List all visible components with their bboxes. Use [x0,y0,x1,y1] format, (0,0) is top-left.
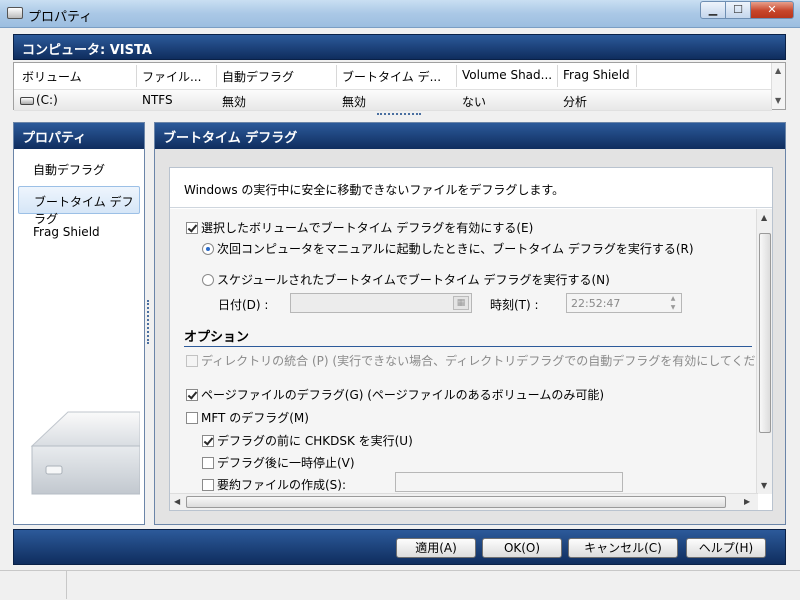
radio-next-boot[interactable]: 次回コンピュータをマニュアルに起動したときに、ブートタイム デフラグを実行する(… [202,240,694,257]
volume-frag-shield: 分析 [563,95,588,109]
volume-filesystem: NTFS [142,93,173,107]
options-section-title: オプション [184,330,250,345]
volume-table: ボリューム ファイル... 自動デフラグ ブートタイム デ... Volume … [13,62,786,111]
window-controls: ▁ ☐ ✕ [700,1,794,19]
vertical-splitter-handle[interactable] [147,300,150,344]
checkbox-unchecked-icon [186,412,198,424]
date-label: 日付(D) : [218,298,269,312]
apply-button[interactable]: 適用(A) [396,538,476,558]
help-button[interactable]: ヘルプ(H) [686,538,766,558]
volume-shadow: ない [462,95,487,109]
computer-header: コンピュータ: VISTA [13,34,786,60]
scroll-up-icon[interactable]: ▲ [775,66,781,75]
column-header-frag-shield[interactable]: Frag Shield [563,68,639,82]
cancel-button[interactable]: キャンセル(C) [568,538,678,558]
volume-table-header: ボリューム ファイル... 自動デフラグ ブートタイム デ... Volume … [14,65,772,87]
close-button[interactable]: ✕ [750,1,794,19]
radio-unselected-icon [202,274,214,286]
checkbox-checked-icon [186,389,198,401]
ok-button[interactable]: OK(O) [482,538,562,558]
title-bar: プロパティ ▁ ☐ ✕ [0,0,800,28]
enable-boot-defrag-checkbox[interactable]: 選択したボリュームでブートタイム デフラグを有効にする(E) [186,219,533,236]
window-app-icon [7,7,23,19]
nav-item-boot-defrag[interactable]: ブートタイム デフラグ [18,186,140,226]
right-panel-title: ブートタイム デフラグ [155,123,785,149]
scroll-left-icon[interactable]: ◀ [174,497,180,506]
horizontal-splitter-handle[interactable] [377,113,421,117]
scroll-right-icon[interactable]: ▶ [744,497,750,506]
maximize-icon: ☐ [733,3,743,16]
dialog-button-bar: 適用(A) OK(O) キャンセル(C) ヘルプ(H) [13,529,786,565]
scroll-down-icon[interactable]: ▼ [761,481,767,490]
description-text: Windows の実行中に安全に移動できないファイルをデフラグします。 [170,168,772,208]
scroll-up-icon[interactable]: ▲ [761,213,767,222]
right-content-panel: ブートタイム デフラグ Windows の実行中に安全に移動できないファイルをデ… [154,122,786,525]
status-bar [0,570,800,600]
vertical-scroll-thumb[interactable] [759,233,771,433]
boot-defrag-settings: Windows の実行中に安全に移動できないファイルをデフラグします。 選択した… [169,167,773,511]
column-header-filesystem[interactable]: ファイル... [142,68,216,85]
drive-icon [20,96,34,105]
radio-scheduled-boot[interactable]: スケジュールされたブートタイムでブートタイム デフラグを実行する(N) [202,271,610,288]
settings-scroll-area: 選択したボリュームでブートタイム デフラグを有効にする(E) 次回コンピュータを… [170,209,758,494]
summary-file-checkbox[interactable]: 要約ファイルの作成(S): [202,476,346,493]
minimize-button[interactable]: ▁ [700,1,726,19]
volume-auto-defrag: 無効 [222,95,247,109]
column-header-volume-shadow[interactable]: Volume Shad... [462,68,558,82]
table-row[interactable]: (C:) NTFS 無効 無効 ない 分析 [14,89,772,111]
hard-disk-icon [30,411,140,495]
options-divider [184,346,752,347]
maximize-button[interactable]: ☐ [725,1,751,19]
checkbox-disabled-icon [186,355,198,367]
volume-boot-defrag: 無効 [342,95,367,109]
nav-item-frag-shield[interactable]: Frag Shield [18,219,140,247]
checkbox-unchecked-icon [202,457,214,469]
chkdsk-checkbox[interactable]: デフラグの前に CHKDSK を実行(U) [202,432,413,449]
time-input[interactable]: 22:52:47 ▲ ▼ [566,293,682,313]
close-icon: ✕ [767,3,777,16]
mft-defrag-checkbox[interactable]: MFT のデフラグ(M) [186,409,309,426]
volume-name: (C:) [36,93,58,107]
window-title: プロパティ [28,10,93,25]
column-header-auto-defrag[interactable]: 自動デフラグ [222,68,334,85]
column-header-boot-defrag[interactable]: ブートタイム デ... [342,68,454,85]
column-header-volume[interactable]: ボリューム [22,68,134,85]
volume-table-scrollbar[interactable]: ▲ ▼ [771,63,785,109]
time-label: 時刻(T) : [490,298,539,312]
spin-up-icon[interactable]: ▲ [666,295,680,303]
summary-file-input[interactable] [395,472,623,492]
pagefile-defrag-checkbox[interactable]: ページファイルのデフラグ(G) (ページファイルのあるボリュームのみ可能) [186,386,604,403]
scroll-down-icon[interactable]: ▼ [775,96,781,105]
minimize-icon: ▁ [708,3,718,16]
settings-horizontal-scrollbar[interactable]: ◀ ▶ [170,493,758,510]
horizontal-scroll-thumb[interactable] [186,496,726,508]
dir-merge-checkbox[interactable]: ディレクトリの統合 (P) (実行できない場合、ディレクトリデフラグでの自動デフ… [186,352,758,369]
calendar-icon[interactable]: ▦ [453,296,469,310]
date-input[interactable]: ▦ [290,293,472,313]
checkbox-checked-icon [186,222,198,234]
pause-after-checkbox[interactable]: デフラグ後に一時停止(V) [202,454,355,471]
left-panel-title: プロパティ [14,123,144,149]
checkbox-checked-icon [202,435,214,447]
left-nav-panel: プロパティ 自動デフラグ ブートタイム デフラグ Frag Shield [13,122,145,525]
nav-item-auto-defrag[interactable]: 自動デフラグ [18,155,140,183]
radio-selected-icon [202,243,214,255]
checkbox-unchecked-icon [202,479,214,491]
spin-down-icon[interactable]: ▼ [666,304,680,312]
settings-vertical-scrollbar[interactable]: ▲ ▼ [756,209,772,494]
